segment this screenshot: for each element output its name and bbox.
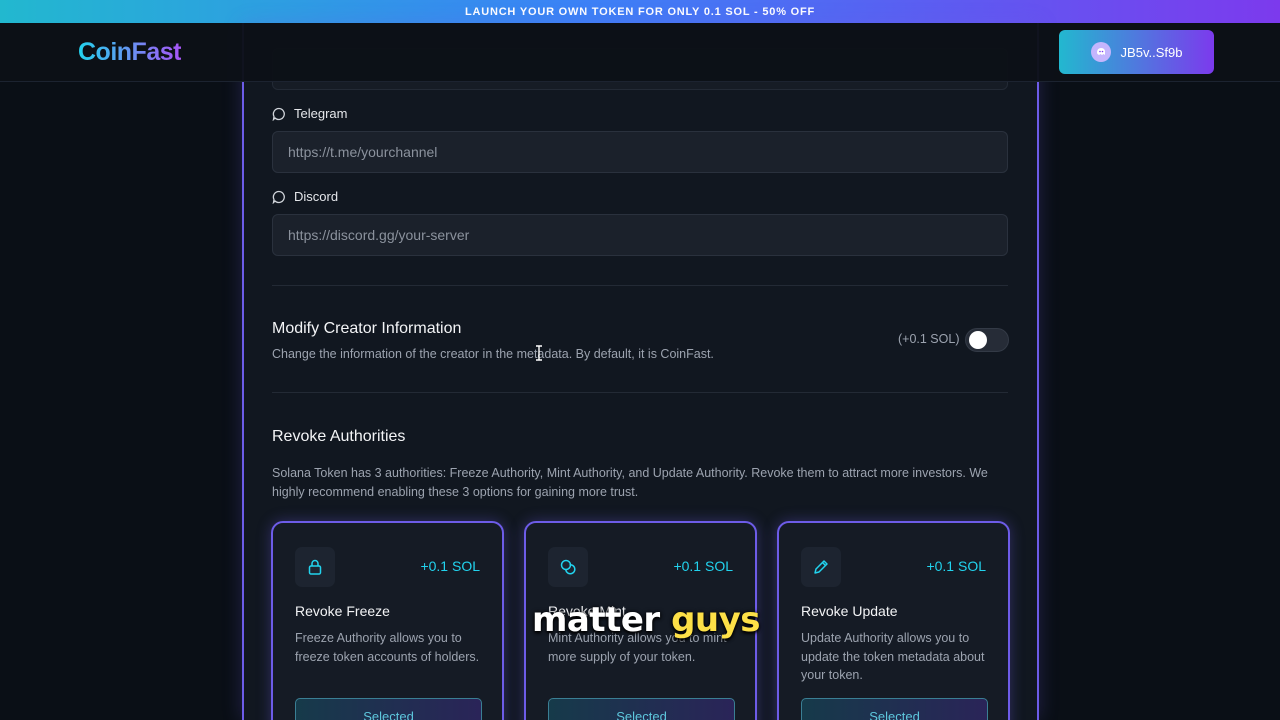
lock-icon: [295, 547, 335, 587]
revoke-title: Revoke Authorities: [272, 428, 406, 445]
divider: [272, 392, 1008, 393]
coins-icon: [548, 547, 588, 587]
revoke-description: Solana Token has 3 authorities: Freeze A…: [272, 466, 988, 499]
coinfast-logo[interactable]: CoinFast: [78, 38, 181, 67]
discord-label: Discord: [294, 189, 339, 204]
creator-info-description: Change the information of the creator in…: [272, 347, 714, 361]
creator-info-price: (+0.1 SOL): [898, 332, 960, 346]
subtitle-highlight-word: guys: [671, 600, 761, 640]
toggle-knob: [969, 331, 987, 349]
card-price: +0.1 SOL: [673, 558, 733, 574]
creator-info-title: Modify Creator Information: [272, 320, 462, 337]
card-title: Revoke Update: [801, 603, 898, 619]
background-left: [0, 23, 242, 720]
selected-button[interactable]: Selected: [548, 698, 735, 720]
top-header: CoinFast JB5v..Sf9b: [0, 23, 1280, 82]
telegram-label: Telegram: [294, 106, 348, 121]
selected-button[interactable]: Selected: [801, 698, 988, 720]
text-cursor-icon: [536, 345, 542, 361]
telegram-label-row: Telegram: [272, 106, 347, 121]
video-subtitle: matter guys: [532, 600, 761, 640]
revoke-freeze-card[interactable]: +0.1 SOL Revoke Freeze Freeze Authority …: [271, 521, 504, 720]
promo-banner: LAUNCH YOUR OWN TOKEN FOR ONLY 0.1 SOL -…: [0, 0, 1280, 23]
card-price: +0.1 SOL: [926, 558, 986, 574]
chat-icon: [272, 190, 285, 204]
revoke-update-card[interactable]: +0.1 SOL Revoke Update Update Authority …: [777, 521, 1010, 720]
card-price: +0.1 SOL: [420, 558, 480, 574]
background-right: [1038, 23, 1280, 720]
card-title: Revoke Freeze: [295, 603, 390, 619]
card-description: Update Authority allows you to update th…: [801, 631, 985, 682]
chat-icon: [272, 107, 285, 121]
wallet-button[interactable]: JB5v..Sf9b: [1059, 30, 1214, 74]
discord-label-row: Discord: [272, 189, 338, 204]
wallet-address: JB5v..Sf9b: [1120, 44, 1183, 60]
phantom-ghost-icon: [1090, 42, 1111, 62]
selected-button[interactable]: Selected: [295, 698, 482, 720]
discord-input[interactable]: [272, 214, 1008, 256]
creator-info-toggle[interactable]: [965, 328, 1009, 352]
divider: [272, 285, 1008, 286]
pencil-icon: [801, 547, 841, 587]
subtitle-word: matter: [532, 600, 660, 640]
telegram-input[interactable]: [272, 131, 1008, 173]
card-description: Freeze Authority allows you to freeze to…: [295, 631, 480, 664]
